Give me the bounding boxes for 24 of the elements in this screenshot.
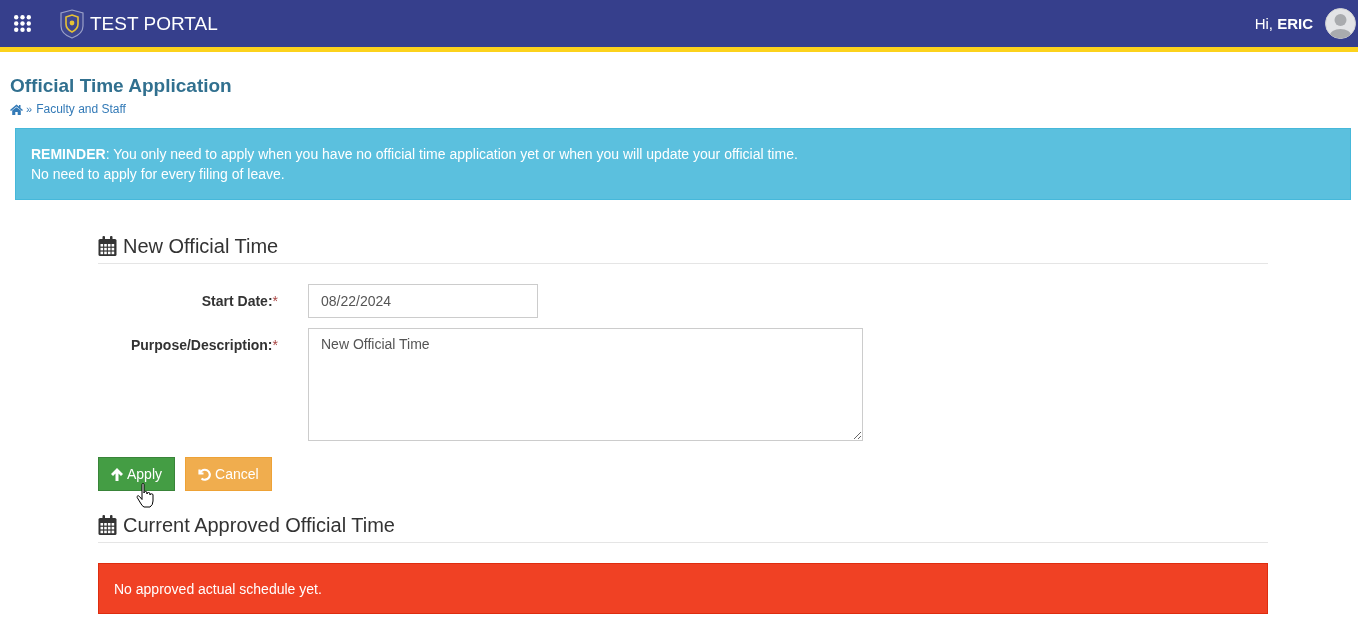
empty-schedule-alert: No approved actual schedule yet. xyxy=(98,563,1268,614)
user-greeting: Hi, ERIC xyxy=(1254,15,1313,32)
field-label: Purpose/Description:* xyxy=(130,336,278,355)
apps-grid-icon[interactable] xyxy=(14,15,31,32)
start-date-field[interactable]: 08/22/2024 xyxy=(308,284,538,318)
reminder-text: REMINDER: You only need to apply when you have no official time application yet or when you will update your official time. xyxy=(31,145,799,164)
field-label: Start Date:* xyxy=(201,292,278,311)
undo-icon xyxy=(198,467,212,481)
home-icon[interactable] xyxy=(10,103,23,115)
reminder-text: No need to apply for every filing of leave. xyxy=(31,165,286,184)
shield-logo-icon xyxy=(59,8,85,39)
app-title: TEST PORTAL xyxy=(90,12,218,35)
arrow-up-icon xyxy=(111,467,123,481)
breadcrumb-separator: » xyxy=(26,102,33,117)
hand-cursor-icon xyxy=(136,483,155,508)
breadcrumb-link[interactable]: Faculty and Staff xyxy=(36,101,126,117)
page-title: Official Time Application xyxy=(10,74,233,98)
apply-button[interactable]: Apply xyxy=(98,457,176,491)
calendar-icon xyxy=(98,515,117,535)
avatar-icon[interactable] xyxy=(1325,8,1356,39)
section-heading: Current Approved Official Time xyxy=(123,513,395,537)
calendar-icon xyxy=(98,236,117,256)
section-heading: New Official Time xyxy=(123,234,279,258)
description-field[interactable]: New Official Time xyxy=(308,328,863,441)
